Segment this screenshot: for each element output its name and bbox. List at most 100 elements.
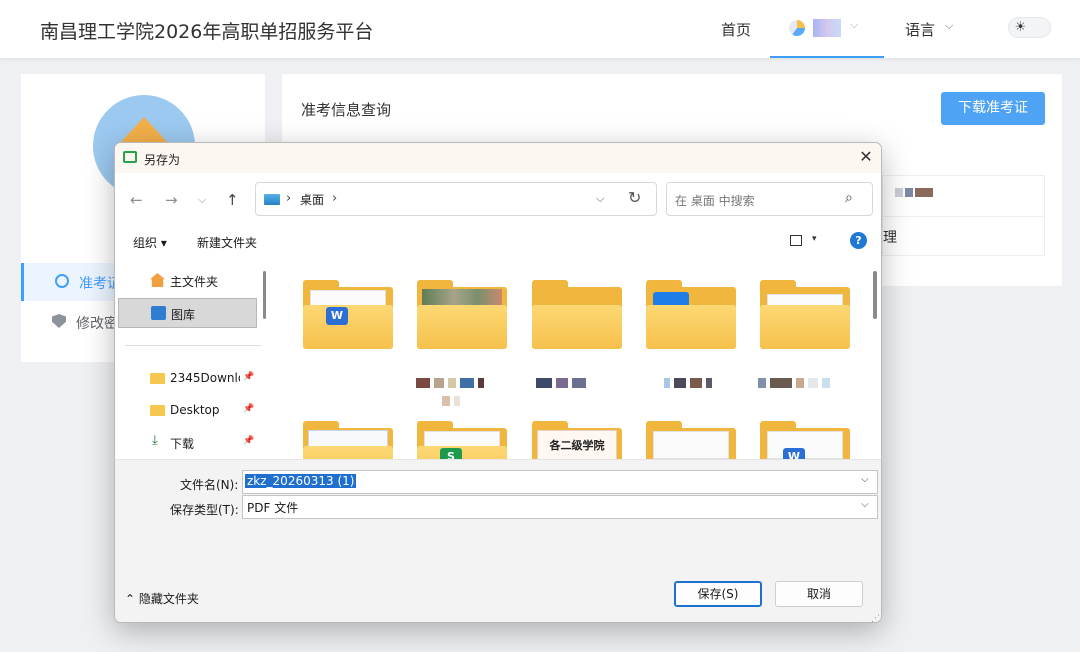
language-menu[interactable]: 语言 xyxy=(905,19,935,40)
table-cell: 理 xyxy=(883,230,897,246)
folder-tile[interactable] xyxy=(645,278,737,356)
folder-tile[interactable]: 各二级学院 xyxy=(531,419,623,459)
redacted-filename xyxy=(416,373,488,388)
save-options-area: 文件名(N): zkz_20260313 (1) ⌵ 保存类型(T): PDF … xyxy=(115,459,881,622)
document-preview xyxy=(653,431,729,459)
top-header: 南昌理工学院2026年高职单招服务平台 首页 ⌵ 语言 ⌵ ☀ xyxy=(0,0,1080,58)
redacted-filename xyxy=(536,373,590,388)
theme-toggle[interactable]: ☀ xyxy=(1008,17,1051,38)
close-button[interactable]: ✕ xyxy=(855,146,877,168)
dialog-titlebar[interactable]: 另存为 ✕ xyxy=(115,143,881,173)
redacted-filename xyxy=(758,373,834,388)
folder-icon xyxy=(150,373,165,384)
redacted-pixel xyxy=(915,188,933,197)
nav-item-2345downloads[interactable]: 2345Downloads 📌 xyxy=(118,364,257,394)
view-mode-icon[interactable] xyxy=(790,235,802,246)
filetype-select[interactable]: PDF 文件 ⌵ xyxy=(242,495,878,519)
up-button[interactable]: ↑ xyxy=(226,191,239,209)
chevron-down-icon[interactable]: ⌵ xyxy=(596,192,604,206)
word-icon: W xyxy=(783,448,805,459)
dialog-toolbar: 组织 ▾ 新建文件夹 ▾ ? xyxy=(115,227,881,257)
cancel-button[interactable]: 取消 xyxy=(775,581,863,607)
folder-tile[interactable]: W xyxy=(759,419,851,459)
breadcrumb-separator[interactable]: › xyxy=(332,191,337,206)
organize-button[interactable]: 组织 ▾ xyxy=(133,234,167,251)
folder-front xyxy=(417,446,507,459)
forward-button[interactable]: → xyxy=(165,191,178,209)
chevron-down-icon[interactable]: ▾ xyxy=(812,234,817,244)
address-area: ← → ⌵ ↑ › 桌面 › ⌵ ↻ 在 桌面 中搜索 ⌕ xyxy=(115,173,881,227)
help-icon[interactable]: ? xyxy=(850,232,867,249)
navigation-pane: 主文件夹 图库 2345Downloads 📌 Desktop 📌 ⤓ 下载 📌 xyxy=(115,257,271,459)
chevron-down-icon: ⌵ xyxy=(945,19,954,32)
save-button[interactable]: 保存(S) xyxy=(674,581,762,607)
scrollbar[interactable] xyxy=(873,271,877,319)
chevron-down-icon[interactable]: ⌵ xyxy=(861,499,869,510)
nav-item-home[interactable]: 主文件夹 xyxy=(118,266,257,296)
redacted-pixel xyxy=(895,188,903,197)
nav-item-downloads[interactable]: ⤓ 下载 📌 xyxy=(118,428,257,458)
nav-item-label: 主文件夹 xyxy=(170,275,219,289)
redacted-pixel xyxy=(905,188,913,197)
search-placeholder: 在 桌面 中搜索 xyxy=(675,194,755,208)
download-icon: ⤓ xyxy=(152,433,158,448)
hide-folders-toggle[interactable]: ⌃ 隐藏文件夹 xyxy=(125,590,199,607)
filetype-label: 保存类型(T): xyxy=(170,503,239,517)
download-ticket-button[interactable]: 下载准考证 xyxy=(941,92,1045,125)
filename-value[interactable]: zkz_20260313 (1) xyxy=(245,474,357,488)
address-bar[interactable]: › 桌面 › ⌵ ↻ xyxy=(255,182,657,216)
user-name-redacted xyxy=(813,19,841,37)
banner-preview: 各二级学院 xyxy=(537,430,617,459)
sun-icon: ☀ xyxy=(1014,20,1027,35)
nav-item-label: 2345Downloads xyxy=(170,371,240,385)
filetype-value: PDF 文件 xyxy=(247,501,299,515)
nav-item-gallery[interactable]: 图库 xyxy=(118,298,257,328)
back-button[interactable]: ← xyxy=(130,191,143,209)
desktop-folder-icon xyxy=(264,194,280,205)
refresh-icon[interactable]: ↻ xyxy=(628,188,641,207)
document-preview xyxy=(767,431,843,459)
folder-tile[interactable] xyxy=(302,419,394,459)
folder-tile[interactable]: S xyxy=(416,419,508,459)
folder-icon xyxy=(150,405,165,416)
nav-home-link[interactable]: 首页 xyxy=(721,19,751,40)
pin-icon[interactable]: 📌 xyxy=(243,436,254,446)
chevron-down-icon[interactable]: ⌵ xyxy=(861,474,869,485)
folder-front xyxy=(760,305,850,349)
redacted-filename xyxy=(664,373,716,388)
chevron-down-icon: ⌵ xyxy=(850,18,859,31)
recent-locations-button[interactable]: ⌵ xyxy=(198,193,206,207)
circle-icon xyxy=(55,274,69,288)
save-as-dialog: 另存为 ✕ ← → ⌵ ↑ › 桌面 › ⌵ ↻ 在 桌面 中搜索 ⌕ 组织 ▾… xyxy=(114,142,882,623)
page-title: 准考信息查询 xyxy=(301,101,392,119)
folder-tile[interactable] xyxy=(759,278,851,356)
breadcrumb-desktop[interactable]: 桌面 xyxy=(300,191,324,208)
folder-tile[interactable] xyxy=(645,419,737,459)
nav-item-label: 下载 xyxy=(170,437,195,451)
filename-field[interactable]: zkz_20260313 (1) ⌵ xyxy=(242,470,878,494)
nav-item-desktop[interactable]: Desktop 📌 xyxy=(118,396,257,426)
dialog-title: 另存为 xyxy=(144,153,181,167)
folder-tile[interactable]: W xyxy=(302,278,394,356)
scrollbar[interactable] xyxy=(263,271,266,319)
sidebar-item-label: 修改密 xyxy=(76,316,118,332)
spreadsheet-icon: S xyxy=(440,448,462,459)
word-icon: W xyxy=(326,307,348,325)
nav-item-label: Desktop xyxy=(170,403,220,417)
search-icon: ⌕ xyxy=(845,190,853,206)
shield-icon xyxy=(52,314,66,328)
user-avatar xyxy=(789,20,805,36)
pin-icon[interactable]: 📌 xyxy=(243,372,254,382)
pin-icon[interactable]: 📌 xyxy=(243,404,254,414)
folder-tile[interactable] xyxy=(531,278,623,356)
nav-item-label: 图库 xyxy=(171,308,196,322)
new-folder-button[interactable]: 新建文件夹 xyxy=(197,234,257,251)
resize-grip-icon[interactable]: ⋰ xyxy=(871,614,880,622)
redacted-filename xyxy=(442,391,464,406)
search-input[interactable]: 在 桌面 中搜索 ⌕ xyxy=(666,182,873,216)
folder-tile[interactable] xyxy=(416,278,508,356)
home-icon xyxy=(150,273,165,287)
site-title: 南昌理工学院2026年高职单招服务平台 xyxy=(40,21,374,43)
user-menu[interactable]: ⌵ xyxy=(770,0,884,58)
folder-front xyxy=(417,305,507,349)
